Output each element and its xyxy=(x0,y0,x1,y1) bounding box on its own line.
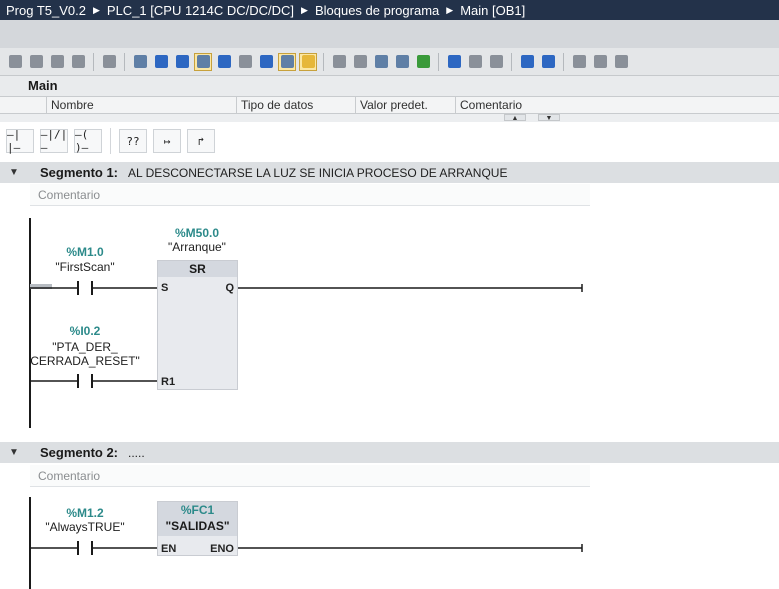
network-1-title-text[interactable]: AL DESCONECTARSE LA LUZ SE INICIA PROCES… xyxy=(128,166,507,180)
network-comments-icon[interactable] xyxy=(194,52,212,71)
column-tipo-de-datos[interactable]: Tipo de datos xyxy=(236,97,355,114)
database-icon[interactable] xyxy=(612,53,630,71)
fc-box-address: %FC1 xyxy=(158,502,237,517)
nc-contact-icon[interactable]: —|/|— xyxy=(40,128,68,154)
delete-network-icon[interactable] xyxy=(27,53,45,71)
go-online-icon[interactable] xyxy=(330,53,348,71)
breakpoint-icon[interactable] xyxy=(570,53,588,71)
open-branch-icon[interactable]: ↦ xyxy=(153,129,181,153)
absolute-operands-icon[interactable] xyxy=(215,53,233,71)
breadcrumb-plc[interactable]: PLC_1 [CPU 1214C DC/DC/DC] xyxy=(107,3,294,18)
toolbar-separator xyxy=(124,52,125,71)
favorites-star-icon[interactable] xyxy=(299,52,317,71)
append-row-icon[interactable] xyxy=(69,53,87,71)
column-comentario[interactable]: Comentario xyxy=(455,97,765,114)
pin-r1: R1 xyxy=(161,376,176,388)
network-2-comment-field[interactable]: Comentario xyxy=(30,465,590,487)
pin-eno: ENO xyxy=(210,543,234,555)
collapse-network-icon[interactable]: ▼ xyxy=(0,167,28,178)
network-1-header[interactable]: ▼ Segmento 1: AL DESCONECTARSE LA LUZ SE… xyxy=(0,162,779,183)
next-error-icon[interactable] xyxy=(445,53,463,71)
contact1-symbol[interactable]: "FirstScan" xyxy=(40,260,130,274)
insert-network-icon[interactable] xyxy=(6,53,24,71)
breadcrumb-main[interactable]: Main [OB1] xyxy=(460,3,525,18)
block-name: Main xyxy=(28,78,58,93)
favorites-icon[interactable] xyxy=(257,53,275,71)
column-valor-predet[interactable]: Valor predet. xyxy=(355,97,455,114)
window-split-icon[interactable] xyxy=(152,53,170,71)
monitoring-on-icon[interactable] xyxy=(518,53,536,71)
contact1-address[interactable]: %M1.0 xyxy=(48,245,122,259)
lad-instruction-palette: —| |— —|/|— —( )— ?? ↦ ↱ xyxy=(0,122,779,160)
column-nombre[interactable]: Nombre xyxy=(46,97,236,114)
sr-box-address[interactable]: %M50.0 xyxy=(158,226,236,240)
editor-toolbar xyxy=(0,48,779,76)
breadcrumb-arrow-icon: ▶ xyxy=(92,4,100,15)
sr-box-symbol[interactable]: "Arranque" xyxy=(148,240,246,254)
contact2-address[interactable]: %I0.2 xyxy=(48,324,122,338)
block-interface-header: Main xyxy=(0,76,779,96)
insert-row-icon[interactable] xyxy=(48,53,66,71)
toolbar-separator xyxy=(563,52,564,71)
collapse-up-icon[interactable]: ▲ xyxy=(504,114,526,122)
interface-view-icon[interactable] xyxy=(173,53,191,71)
sr-box-type: SR xyxy=(158,261,237,277)
toolbar-separator xyxy=(323,52,324,71)
coil-icon[interactable]: —( )— xyxy=(74,128,102,154)
contact2-symbol-line2[interactable]: CERRADA_RESET" xyxy=(30,354,140,368)
close-branch-icon[interactable]: ↱ xyxy=(187,129,215,153)
pin-en: EN xyxy=(161,543,177,555)
breadcrumb-arrow-icon: ▶ xyxy=(446,4,454,15)
breadcrumb-project[interactable]: Prog T5_V0.2 xyxy=(6,3,86,18)
previous-error-icon[interactable] xyxy=(466,53,484,71)
empty-box-icon[interactable]: ?? xyxy=(119,129,147,153)
n2-contact-address[interactable]: %M1.2 xyxy=(48,506,122,520)
title-bar: Prog T5_V0.2 ▶ PLC_1 [CPU 1214C DC/DC/DC… xyxy=(0,0,779,20)
network-2-title-text[interactable]: ..... xyxy=(128,446,145,460)
call-environment-icon[interactable] xyxy=(591,53,609,71)
network-2-title: Segmento 2: xyxy=(40,445,119,460)
upload-icon[interactable] xyxy=(393,53,411,71)
pin-s: S xyxy=(161,282,169,294)
fc-call-box[interactable]: %FC1 "SALIDAS" EN ENO xyxy=(157,501,238,556)
sr-flipflop-box[interactable]: SR S Q R1 xyxy=(157,260,238,390)
toolbar-separator xyxy=(438,52,439,71)
go-to-icon[interactable] xyxy=(487,53,505,71)
fc-box-symbol: "SALIDAS" xyxy=(158,517,237,536)
reset-start-values-icon[interactable] xyxy=(100,53,118,71)
contact2-symbol-line1[interactable]: "PTA_DER_ xyxy=(30,340,140,354)
compile-icon[interactable] xyxy=(414,53,432,71)
go-offline-icon[interactable] xyxy=(351,53,369,71)
breadcrumb-blocks[interactable]: Bloques de programa xyxy=(315,3,439,18)
monitoring-off-icon[interactable] xyxy=(539,53,557,71)
toolbar-separator xyxy=(511,52,512,71)
list-view-icon[interactable] xyxy=(131,53,149,71)
window-gap xyxy=(0,20,779,48)
n2-contact-symbol[interactable]: "AlwaysTRUE" xyxy=(36,520,134,534)
toolbar-separator xyxy=(93,52,94,71)
palette-separator xyxy=(110,128,111,154)
interface-column-header: Nombre Tipo de datos Valor predet. Comen… xyxy=(0,96,779,114)
interface-splitter[interactable]: ▲ ▼ xyxy=(0,114,779,122)
no-contact-icon[interactable]: —| |— xyxy=(6,128,34,154)
column-index xyxy=(22,97,46,114)
network-1-title: Segmento 1: xyxy=(40,165,119,180)
operand-display-icon[interactable] xyxy=(236,53,254,71)
pin-q: Q xyxy=(225,282,234,294)
symbol-info-icon[interactable] xyxy=(278,52,296,71)
download-icon[interactable] xyxy=(372,53,390,71)
breadcrumb-arrow-icon: ▶ xyxy=(301,4,308,15)
collapse-network-icon[interactable]: ▼ xyxy=(0,447,28,458)
expand-down-icon[interactable]: ▼ xyxy=(538,114,560,122)
network-1-comment-field[interactable]: Comentario xyxy=(30,184,590,206)
network-2-header[interactable]: ▼ Segmento 2: ..... xyxy=(0,442,779,463)
